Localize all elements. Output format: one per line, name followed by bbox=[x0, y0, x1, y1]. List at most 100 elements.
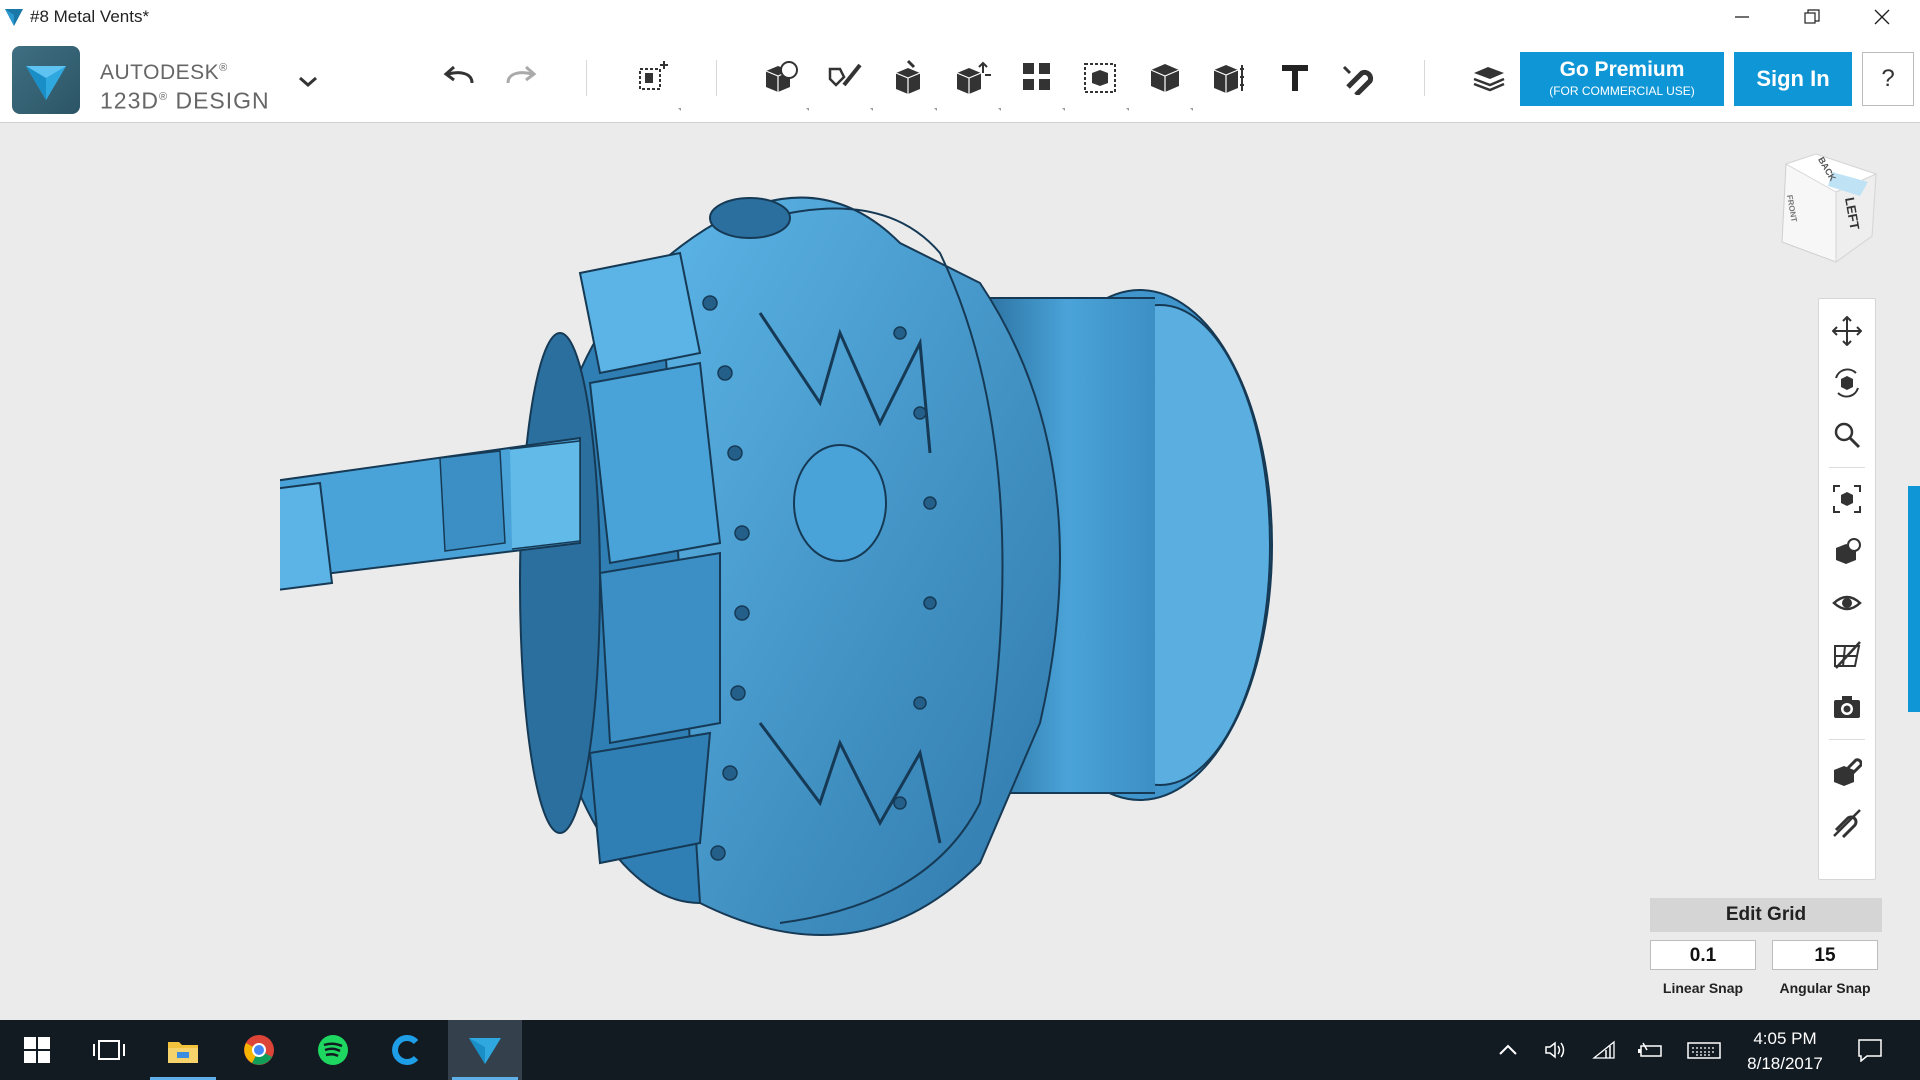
tray-show-hidden[interactable] bbox=[1494, 1038, 1522, 1062]
measure-button[interactable] bbox=[1206, 54, 1252, 100]
view-cube[interactable]: LEFT BACK FRONT bbox=[1776, 152, 1882, 268]
orbit-icon bbox=[1835, 368, 1859, 398]
clock-time: 4:05 PM bbox=[1753, 1029, 1817, 1048]
combine-button[interactable] bbox=[1142, 54, 1188, 100]
sketch-button[interactable] bbox=[822, 54, 868, 100]
taskbar-spotify[interactable] bbox=[296, 1020, 370, 1080]
primitives-button[interactable] bbox=[758, 54, 804, 100]
minimize-icon bbox=[1735, 16, 1749, 18]
app-menu-dropdown[interactable] bbox=[292, 66, 324, 98]
help-button[interactable]: ? bbox=[1862, 52, 1914, 106]
minimize-button[interactable] bbox=[1712, 0, 1772, 34]
start-button[interactable] bbox=[0, 1020, 74, 1080]
battery-icon bbox=[1638, 1042, 1662, 1057]
construct-button[interactable] bbox=[886, 54, 932, 100]
screenshot-button[interactable] bbox=[1827, 687, 1867, 727]
tray-volume[interactable] bbox=[1542, 1038, 1570, 1062]
grouping-icon bbox=[1084, 63, 1116, 93]
redo-button[interactable] bbox=[498, 54, 544, 100]
restore-button[interactable] bbox=[1782, 0, 1842, 34]
orbit-button[interactable] bbox=[1827, 363, 1867, 403]
primitives-icon bbox=[765, 61, 798, 92]
angular-snap-input[interactable]: 15 bbox=[1772, 940, 1878, 970]
app-logo-icon bbox=[5, 9, 23, 26]
keyboard-icon bbox=[1687, 1042, 1721, 1059]
logo-icon bbox=[26, 66, 66, 100]
text-icon bbox=[1282, 65, 1308, 91]
taskbar-ccleaner[interactable] bbox=[370, 1020, 444, 1080]
fit-button[interactable] bbox=[1827, 479, 1867, 519]
brand-line2b: DESIGN bbox=[175, 87, 270, 114]
3d-model[interactable] bbox=[280, 163, 1320, 973]
task-view-button[interactable] bbox=[72, 1020, 146, 1080]
tray-battery[interactable] bbox=[1636, 1038, 1664, 1062]
taskbar-clock[interactable]: 4:05 PM 8/18/2017 bbox=[1730, 1026, 1840, 1076]
snap-button[interactable] bbox=[1336, 54, 1382, 100]
side-panel-expand-arrow[interactable] bbox=[1909, 590, 1918, 606]
snap-off-button[interactable] bbox=[1827, 803, 1867, 843]
undo-icon bbox=[443, 65, 474, 84]
camera-icon bbox=[1834, 696, 1860, 718]
sketch-icon bbox=[828, 63, 862, 87]
tray-wifi[interactable] bbox=[1590, 1038, 1618, 1062]
volume-icon bbox=[1545, 1041, 1565, 1059]
chevron-up-icon bbox=[1499, 1044, 1517, 1055]
close-button[interactable] bbox=[1852, 0, 1912, 34]
taskbar-file-explorer[interactable] bbox=[146, 1020, 220, 1080]
linear-snap-input[interactable]: 0.1 bbox=[1650, 940, 1756, 970]
windows-start-icon bbox=[24, 1037, 50, 1063]
notifications-icon bbox=[1858, 1039, 1882, 1062]
close-icon bbox=[1874, 9, 1890, 25]
tray-keyboard[interactable] bbox=[1686, 1038, 1722, 1062]
go-premium-button[interactable]: Go Premium (FOR COMMERCIAL USE) bbox=[1520, 52, 1724, 106]
premium-label: Go Premium bbox=[1559, 58, 1685, 81]
snap-object-button[interactable] bbox=[1827, 751, 1867, 791]
zoom-button[interactable] bbox=[1827, 415, 1867, 455]
grid-visibility-button[interactable] bbox=[1827, 635, 1867, 675]
redo-icon bbox=[506, 65, 537, 84]
chrome-icon bbox=[244, 1035, 274, 1065]
combine-icon bbox=[1150, 64, 1180, 92]
chevron-down-icon bbox=[299, 76, 317, 87]
brand-reg-2: ® bbox=[158, 91, 169, 103]
pattern-button[interactable] bbox=[1014, 54, 1060, 100]
visibility-button[interactable] bbox=[1827, 583, 1867, 623]
taskbar-chrome[interactable] bbox=[222, 1020, 296, 1080]
premium-sub: (FOR COMMERCIAL USE) bbox=[1549, 84, 1695, 98]
grid-toggle-icon bbox=[1834, 641, 1861, 669]
action-center-button[interactable] bbox=[1856, 1038, 1884, 1062]
file-explorer-icon bbox=[168, 1042, 198, 1063]
3d-viewport[interactable]: LEFT BACK FRONT bbox=[0, 123, 1920, 1020]
spotify-icon bbox=[318, 1035, 348, 1065]
restore-icon bbox=[1804, 9, 1820, 24]
pan-icon bbox=[1832, 316, 1862, 346]
angular-snap-label: Angular Snap bbox=[1779, 980, 1871, 996]
taskbar-123d-design[interactable] bbox=[448, 1020, 522, 1080]
main-toolbar: AUTODESK® 123D® DESIGN Go Premium (FOR C… bbox=[0, 34, 1920, 123]
task-view-icon bbox=[93, 1040, 125, 1060]
text-button[interactable] bbox=[1272, 54, 1318, 100]
brand-line2: 123D bbox=[100, 87, 159, 114]
undo-button[interactable] bbox=[436, 54, 482, 100]
snap-off-icon bbox=[1833, 809, 1861, 838]
grid-settings-panel: Edit Grid 0.1 15 Linear Snap Angular Sna… bbox=[1650, 898, 1882, 1008]
edit-grid-button[interactable]: Edit Grid bbox=[1650, 898, 1882, 932]
modify-icon bbox=[956, 61, 991, 94]
brand-reg: ® bbox=[219, 62, 228, 74]
perspective-button[interactable] bbox=[1827, 531, 1867, 571]
window-title: #8 Metal Vents* bbox=[30, 7, 150, 26]
materials-button[interactable] bbox=[1466, 54, 1512, 100]
grouping-button[interactable] bbox=[1078, 54, 1124, 100]
pattern-icon bbox=[1023, 63, 1050, 90]
measure-icon bbox=[1213, 65, 1244, 93]
brand-name: AUTODESK® 123D® DESIGN bbox=[100, 56, 270, 113]
modify-button[interactable] bbox=[950, 54, 996, 100]
transform-button[interactable] bbox=[630, 54, 676, 100]
sign-in-button[interactable]: Sign In bbox=[1734, 52, 1852, 106]
pan-button[interactable] bbox=[1827, 311, 1867, 351]
app-menu-logo[interactable] bbox=[12, 46, 80, 114]
materials-icon bbox=[1473, 67, 1505, 92]
magnifier-icon bbox=[1834, 422, 1861, 449]
123d-design-icon bbox=[469, 1038, 501, 1064]
clock-date: 8/18/2017 bbox=[1747, 1054, 1823, 1073]
